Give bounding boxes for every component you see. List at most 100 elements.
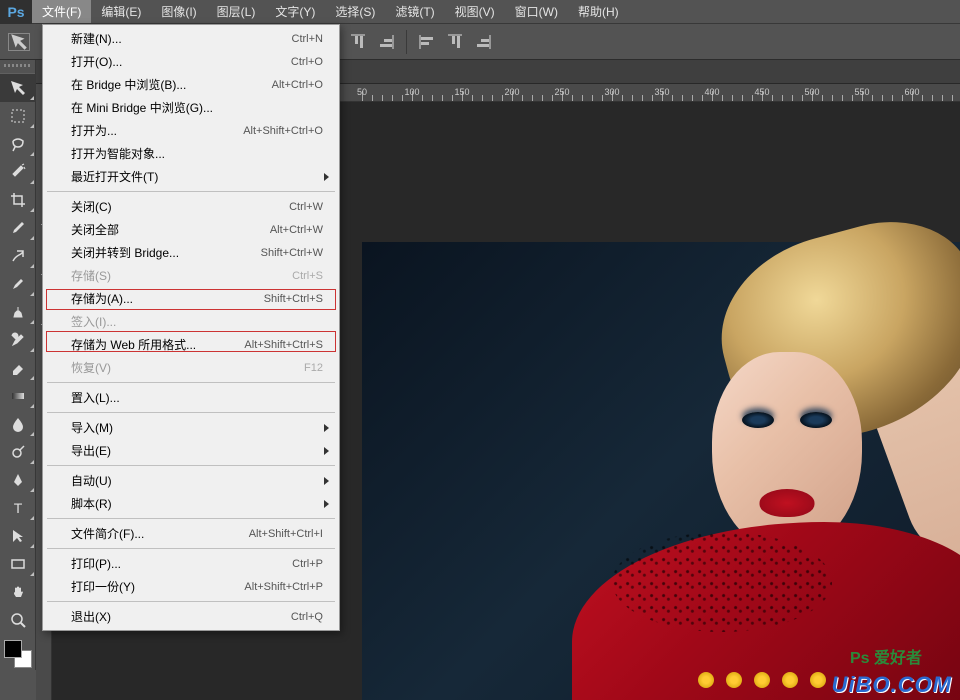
menu-item-4[interactable]: 打开为...Alt+Shift+Ctrl+O xyxy=(43,119,339,142)
menu-6[interactable]: 滤镜(T) xyxy=(385,0,444,23)
crop-tool[interactable] xyxy=(0,186,36,214)
right-eye xyxy=(800,412,832,428)
menu-item-label: 退出(X) xyxy=(71,608,111,625)
submenu-arrow-icon xyxy=(324,424,329,432)
lips xyxy=(760,489,815,517)
menu-5[interactable]: 选择(S) xyxy=(325,0,385,23)
align-button-2-0[interactable] xyxy=(415,30,439,54)
menu-item-15: 恢复(V)F12 xyxy=(43,356,339,379)
zoom-tool[interactable] xyxy=(0,606,36,634)
eyedropper-tool[interactable] xyxy=(0,214,36,242)
menu-item-2[interactable]: 在 Bridge 中浏览(B)...Alt+Ctrl+O xyxy=(43,73,339,96)
menu-item-14[interactable]: 存储为 Web 所用格式...Alt+Shift+Ctrl+S xyxy=(43,333,339,356)
menu-item-25[interactable]: 文件简介(F)...Alt+Shift+Ctrl+I xyxy=(43,522,339,545)
tools-panel-grip[interactable] xyxy=(0,60,35,74)
align-button-2-1[interactable] xyxy=(443,30,467,54)
menu-item-label: 最近打开文件(T) xyxy=(71,168,158,185)
menu-item-label: 存储为(A)... xyxy=(71,290,133,307)
menu-item-shortcut: Ctrl+N xyxy=(292,33,323,45)
menu-7[interactable]: 视图(V) xyxy=(445,0,505,23)
path-selection-tool-icon xyxy=(9,527,27,545)
menu-item-label: 在 Mini Bridge 中浏览(G)... xyxy=(71,99,213,116)
menu-item-label: 关闭全部 xyxy=(71,221,119,238)
menu-8[interactable]: 窗口(W) xyxy=(505,0,568,23)
ruler-tick-label: 100 xyxy=(404,87,419,97)
blur-tool[interactable] xyxy=(0,410,36,438)
align-button-1-4[interactable] xyxy=(346,30,370,54)
menu-item-3[interactable]: 在 Mini Bridge 中浏览(G)... xyxy=(43,96,339,119)
pen-tool[interactable] xyxy=(0,466,36,494)
menu-item-30[interactable]: 退出(X)Ctrl+Q xyxy=(43,605,339,628)
zoom-tool-icon xyxy=(9,611,27,629)
brush-tool[interactable] xyxy=(0,270,36,298)
menu-3[interactable]: 图层(L) xyxy=(207,0,266,23)
submenu-arrow-icon xyxy=(324,477,329,485)
menu-0[interactable]: 文件(F) xyxy=(32,0,91,23)
lace-detail xyxy=(612,532,832,632)
ruler-tick-label: 200 xyxy=(504,87,519,97)
dodge-tool[interactable] xyxy=(0,438,36,466)
menu-item-12[interactable]: 存储为(A)...Shift+Ctrl+S xyxy=(43,287,339,310)
menu-item-label: 打开(O)... xyxy=(71,53,122,70)
menu-item-22[interactable]: 自动(U) xyxy=(43,469,339,492)
align-button-1-5[interactable] xyxy=(374,30,398,54)
submenu-arrow-icon xyxy=(324,447,329,455)
healing-brush-tool[interactable] xyxy=(0,242,36,270)
file-menu-dropdown[interactable]: 新建(N)...Ctrl+N打开(O)...Ctrl+O在 Bridge 中浏览… xyxy=(42,24,340,631)
ruler-tick-label: 350 xyxy=(654,87,669,97)
marquee-tool[interactable] xyxy=(0,102,36,130)
clone-stamp-tool[interactable] xyxy=(0,298,36,326)
clone-stamp-tool-icon xyxy=(9,303,27,321)
menu-item-9[interactable]: 关闭全部Alt+Ctrl+W xyxy=(43,218,339,241)
history-brush-tool-icon xyxy=(9,331,27,349)
magic-wand-tool[interactable] xyxy=(0,158,36,186)
menu-item-6[interactable]: 最近打开文件(T) xyxy=(43,165,339,188)
menu-item-shortcut: F12 xyxy=(304,362,323,374)
menu-item-label: 脚本(R) xyxy=(71,495,112,512)
lasso-tool[interactable] xyxy=(0,130,36,158)
menu-4[interactable]: 文字(Y) xyxy=(265,0,325,23)
ruler-tick-label: 400 xyxy=(704,87,719,97)
gradient-tool[interactable] xyxy=(0,382,36,410)
menu-9[interactable]: 帮助(H) xyxy=(568,0,629,23)
ruler-tick-label: 250 xyxy=(554,87,569,97)
menu-1[interactable]: 编辑(E) xyxy=(91,0,151,23)
crop-tool-icon xyxy=(9,191,27,209)
menu-item-10[interactable]: 关闭并转到 Bridge...Shift+Ctrl+W xyxy=(43,241,339,264)
ruler-tick-label: 450 xyxy=(754,87,769,97)
color-swatches[interactable] xyxy=(0,638,36,670)
menu-item-27[interactable]: 打印(P)...Ctrl+P xyxy=(43,552,339,575)
pen-tool-icon xyxy=(9,471,27,489)
rectangle-tool[interactable] xyxy=(0,550,36,578)
path-selection-tool[interactable] xyxy=(0,522,36,550)
menu-item-17[interactable]: 置入(L)... xyxy=(43,386,339,409)
menu-item-0[interactable]: 新建(N)...Ctrl+N xyxy=(43,27,339,50)
menu-item-13: 签入(I)... xyxy=(43,310,339,333)
menu-item-19[interactable]: 导入(M) xyxy=(43,416,339,439)
marquee-tool-icon xyxy=(9,107,27,125)
menu-item-20[interactable]: 导出(E) xyxy=(43,439,339,462)
menu-2[interactable]: 图像(I) xyxy=(151,0,206,23)
type-tool[interactable]: T xyxy=(0,494,36,522)
eraser-tool[interactable] xyxy=(0,354,36,382)
tool-preset-picker[interactable] xyxy=(8,33,30,51)
menu-item-28[interactable]: 打印一份(Y)Alt+Shift+Ctrl+P xyxy=(43,575,339,598)
menu-item-label: 存储(S) xyxy=(71,267,111,284)
document-canvas[interactable]: Ps 爱好者 UiBO.COM xyxy=(362,242,960,700)
tools-panel: T xyxy=(0,60,36,670)
portrait-illustration xyxy=(542,242,960,700)
hand-tool[interactable] xyxy=(0,578,36,606)
type-tool-icon: T xyxy=(9,499,27,517)
menu-item-5[interactable]: 打开为智能对象... xyxy=(43,142,339,165)
menu-item-23[interactable]: 脚本(R) xyxy=(43,492,339,515)
move-tool[interactable] xyxy=(0,74,36,102)
menu-item-label: 导出(E) xyxy=(71,442,111,459)
foreground-color[interactable] xyxy=(4,640,22,658)
menu-separator xyxy=(47,548,335,549)
history-brush-tool[interactable] xyxy=(0,326,36,354)
menubar: Ps 文件(F)编辑(E)图像(I)图层(L)文字(Y)选择(S)滤镜(T)视图… xyxy=(0,0,960,24)
separator xyxy=(406,30,407,54)
menu-item-8[interactable]: 关闭(C)Ctrl+W xyxy=(43,195,339,218)
align-button-2-2[interactable] xyxy=(471,30,495,54)
menu-item-1[interactable]: 打开(O)...Ctrl+O xyxy=(43,50,339,73)
